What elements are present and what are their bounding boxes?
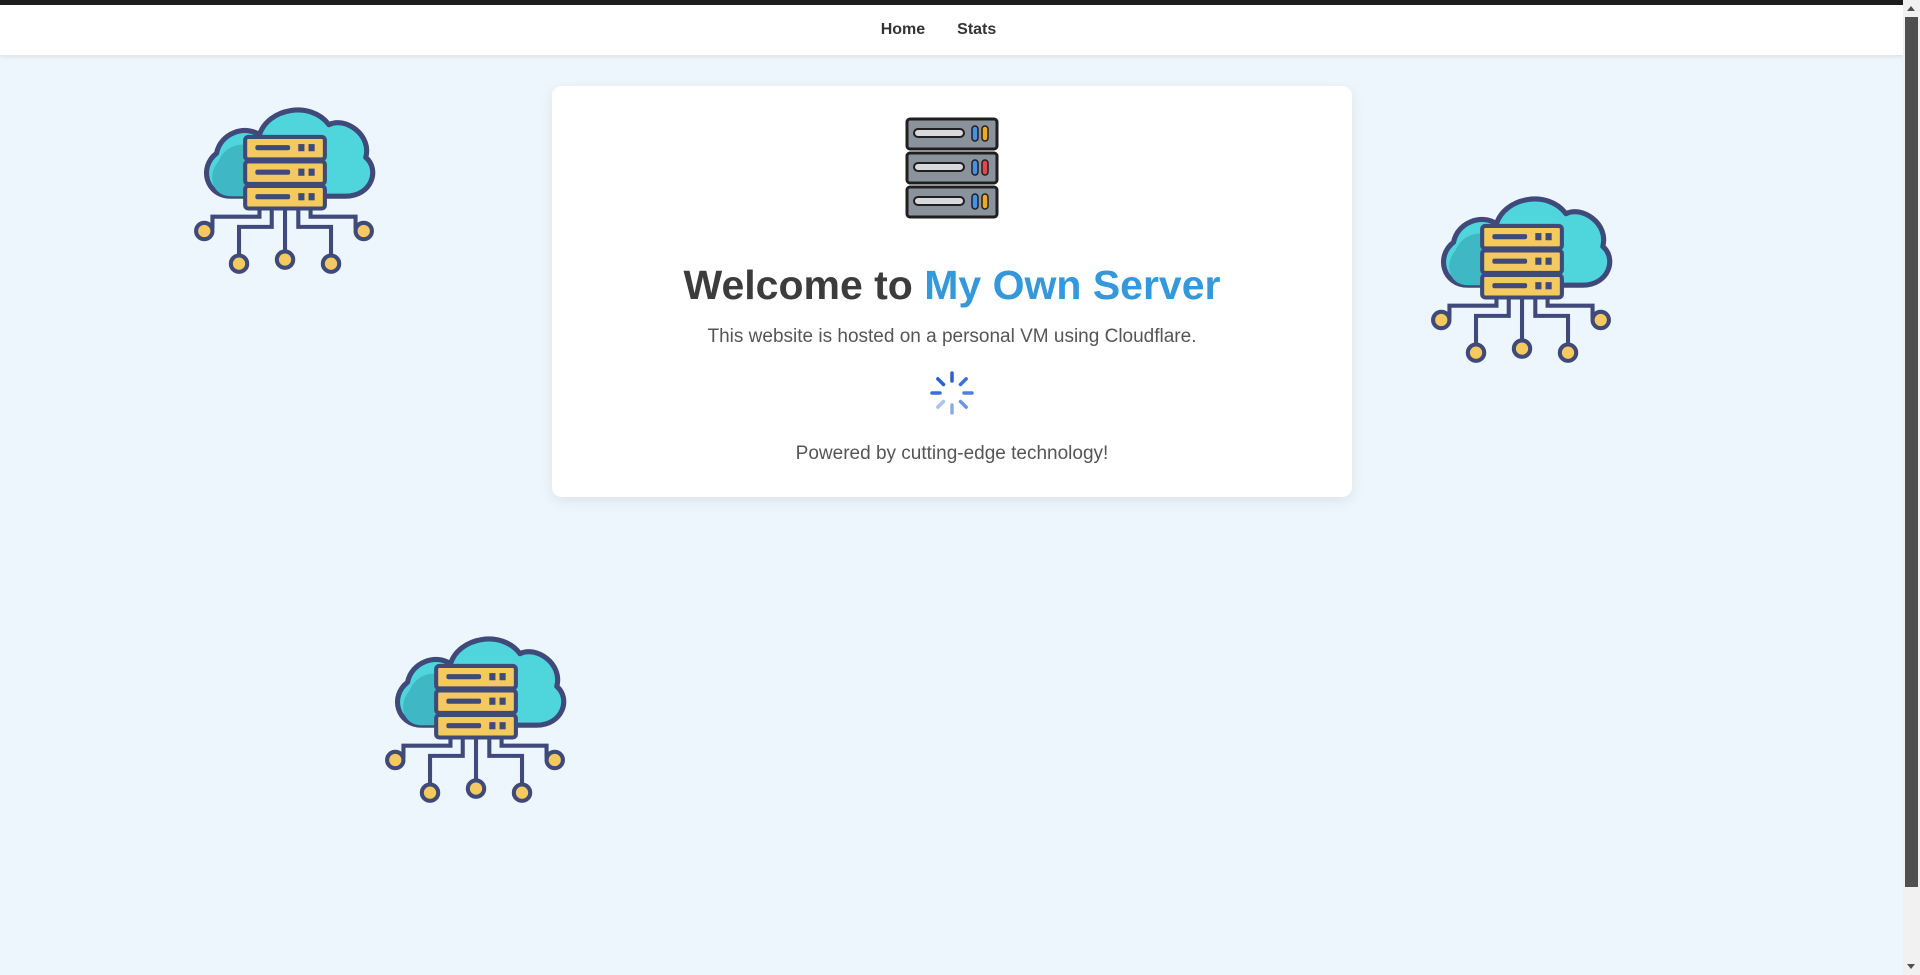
- cloud-server-icon: [194, 107, 376, 274]
- vertical-scrollbar[interactable]: [1903, 0, 1920, 975]
- scroll-up-arrow-icon[interactable]: [1903, 0, 1920, 17]
- nav-home-link[interactable]: Home: [881, 21, 925, 39]
- scroll-down-arrow-icon[interactable]: [1903, 958, 1920, 975]
- server-rack-icon: [905, 117, 999, 219]
- subtitle: This website is hosted on a personal VM …: [707, 326, 1197, 347]
- welcome-card: Welcome to My Own Server This website is…: [552, 86, 1352, 497]
- page-title: Welcome to My Own Server: [552, 262, 1352, 309]
- cloud-server-icon: [383, 623, 567, 807]
- nav-stats-link[interactable]: Stats: [957, 21, 996, 39]
- scrollbar-thumb[interactable]: [1905, 17, 1918, 887]
- title-prefix: Welcome to: [683, 262, 913, 308]
- title-accent: My Own Server: [924, 262, 1221, 308]
- cloud-server-icon: [1429, 183, 1613, 367]
- navbar: Home Stats: [0, 5, 1903, 55]
- loading-spinner-icon: [930, 371, 974, 415]
- tagline: Powered by cutting-edge technology!: [795, 443, 1109, 464]
